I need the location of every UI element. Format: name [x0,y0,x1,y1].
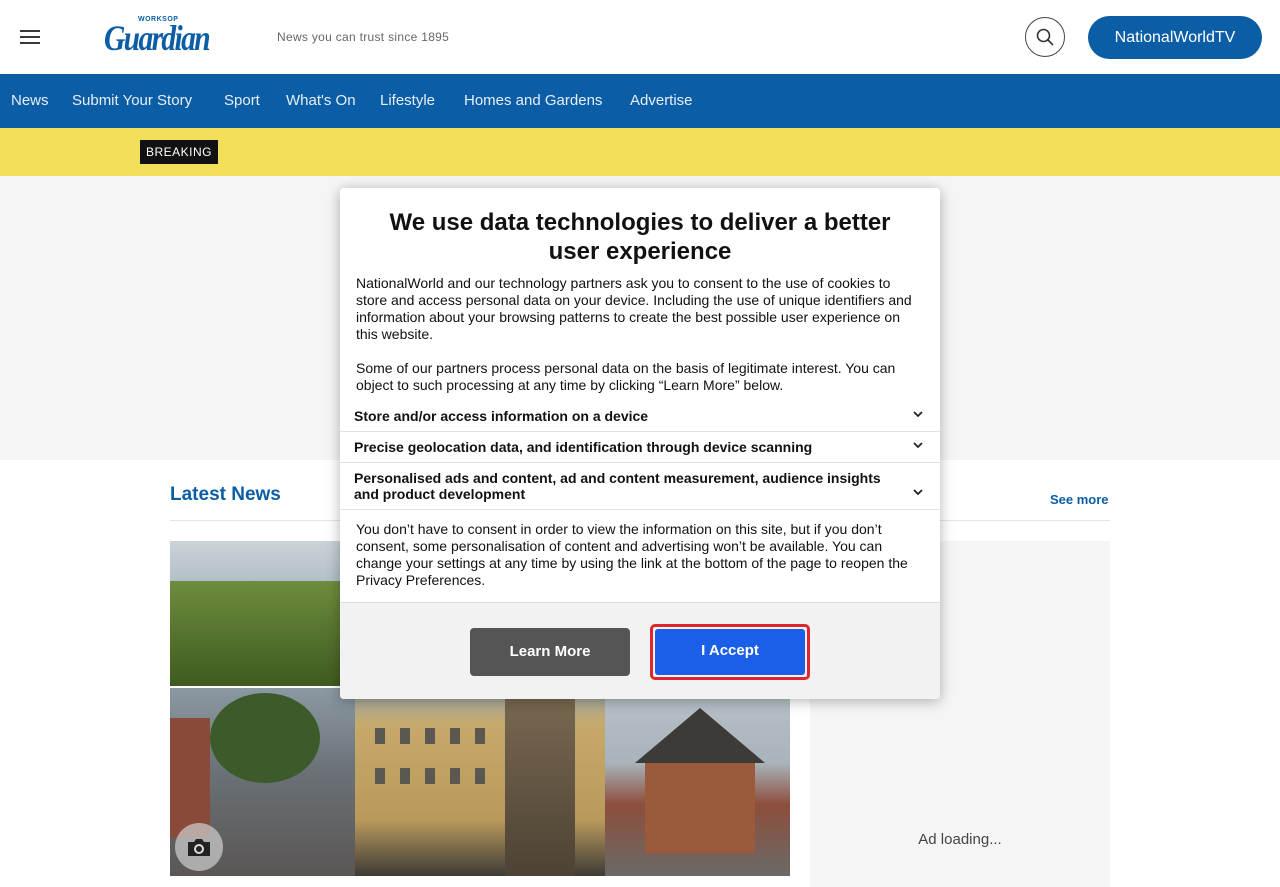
hamburger-menu-icon[interactable] [18,25,42,49]
purpose-personalised-ads[interactable]: Personalised ads and content, ad and con… [340,463,940,510]
consent-dialog: We use data technologies to deliver a be… [340,188,940,699]
consent-button-area: Learn More I Accept [340,602,940,699]
breaking-badge: BREAKING [140,140,218,164]
breaking-news-bar: BREAKING [0,128,1280,176]
search-icon [1036,28,1054,46]
site-header: WORKSOP Guardian News you can trust sinc… [0,0,1280,74]
site-tagline: News you can trust since 1895 [277,30,450,44]
nav-item-submit-your-story[interactable]: Submit Your Story [72,92,192,109]
logo-main-text: Guardian [104,18,211,58]
see-more-link[interactable]: See more [1050,492,1109,507]
ad-loading-text: Ad loading... [918,831,1002,848]
latest-news-heading: Latest News [170,484,281,505]
camera-icon [188,839,210,856]
nav-item-lifestyle[interactable]: Lifestyle [380,92,435,109]
nav-item-news[interactable]: News [11,92,49,109]
chevron-down-icon [913,411,923,418]
nav-item-homes-and-gardens[interactable]: Homes and Gardens [464,92,602,109]
purpose-label: Store and/or access information on a dev… [354,408,649,424]
nav-item-whats-on[interactable]: What's On [286,92,356,109]
purpose-geolocation[interactable]: Precise geolocation data, and identifica… [340,432,940,463]
consent-settings-text: You don’t have to consent in order to vi… [356,521,908,588]
accept-button-label: I Accept [655,629,805,675]
chevron-down-icon [913,489,923,496]
consent-intro-text: NationalWorld and our technology partner… [356,275,912,342]
learn-more-button[interactable]: Learn More [470,628,630,676]
search-button[interactable] [1025,17,1065,57]
accept-button[interactable]: I Accept [650,624,810,680]
nav-item-sport[interactable]: Sport [224,92,260,109]
chevron-down-icon [913,442,923,449]
main-navigation: News Submit Your Story Sport What's On L… [0,74,1280,128]
gallery-button[interactable] [175,823,223,871]
nav-item-advertise[interactable]: Advertise [630,92,693,109]
nationalworldtv-button[interactable]: NationalWorldTV [1088,16,1262,59]
consent-legitimate-interest-text: Some of our partners process personal da… [356,360,896,393]
site-logo[interactable]: WORKSOP Guardian [104,16,222,58]
consent-title: We use data technologies to deliver a be… [389,209,891,265]
purpose-store-access[interactable]: Store and/or access information on a dev… [340,400,940,432]
purpose-label: Precise geolocation data, and identifica… [354,439,813,455]
purpose-label: Personalised ads and content, ad and con… [354,470,881,502]
